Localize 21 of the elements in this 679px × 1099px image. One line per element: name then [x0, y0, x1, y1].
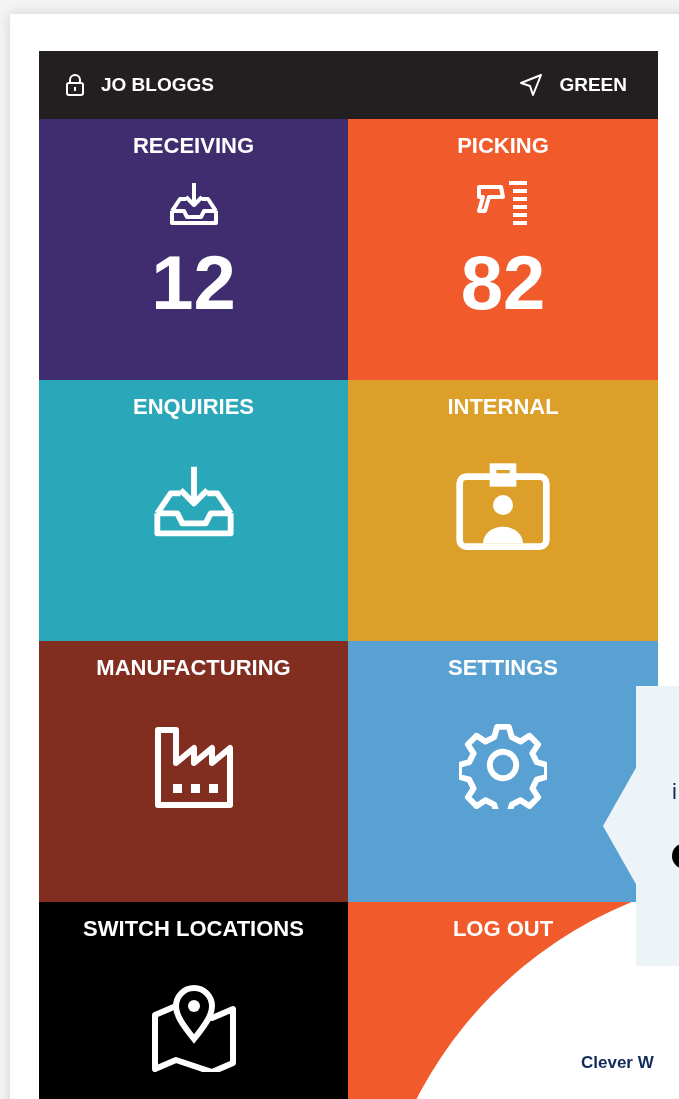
tile-label: PICKING: [457, 133, 549, 160]
popover-text: i: [672, 778, 678, 806]
tile-label: LOG OUT: [452, 916, 554, 943]
tile-label: SWITCH LOCATIONS: [83, 916, 304, 943]
tile-label: INTERNAL: [447, 394, 559, 421]
settings-icon: [459, 721, 547, 810]
menu-tile[interactable]: LOG OUT Clever W: [348, 902, 658, 1099]
tile-label: MANUFACTURING: [96, 655, 291, 682]
menu-tile[interactable]: RECEIVING 12: [39, 119, 348, 380]
menu-tile[interactable]: SWITCH LOCATIONS: [39, 902, 348, 1099]
menu-tile[interactable]: MANUFACTURING: [39, 641, 348, 902]
tile-count: 82: [460, 245, 546, 322]
tile-label: ENQUIRIES: [133, 394, 254, 421]
location-name: GREEN: [559, 72, 627, 97]
tile-count: 12: [151, 245, 236, 322]
navigation-arrow-icon: [519, 73, 544, 97]
tile-label: RECEIVING: [133, 133, 254, 160]
user-name: JO BLOGGS: [101, 72, 214, 97]
tile-label: SETTINGS: [448, 655, 558, 682]
brand-text: Clever W: [581, 1052, 654, 1074]
lock-icon: [65, 74, 85, 96]
